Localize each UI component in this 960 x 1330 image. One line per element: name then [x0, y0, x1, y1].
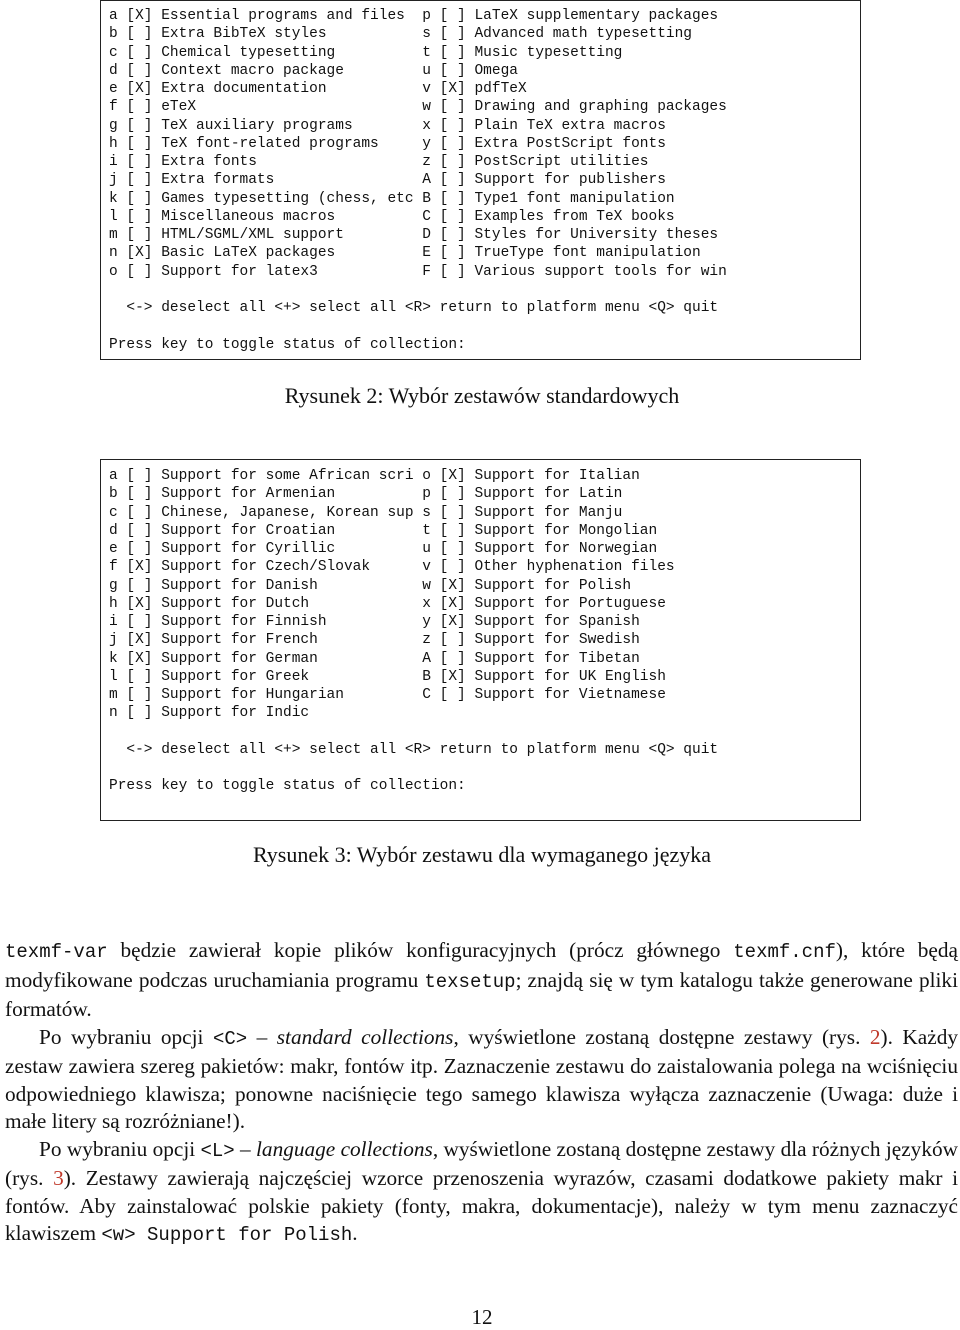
collection-row: m [ ] HTML/SGML/XML support D [ ] Styles… — [109, 227, 719, 243]
collection-row: c [ ] Chemical typesetting t [ ] Music t… — [109, 44, 623, 61]
figure-3-caption: Rysunek 3: Wybór zestawu dla wymaganego … — [252, 842, 712, 867]
collection-row: a [ ] Support for some African scri o [X… — [109, 468, 640, 484]
collection-row: c [ ] Chinese, Japanese, Korean sup s [ … — [109, 504, 623, 521]
term-standard-collections: standard collections — [276, 1024, 454, 1049]
text: Po wybraniu opcji — [39, 1136, 201, 1161]
collection-row: l [ ] Support for Greek B [X] Support fo… — [109, 668, 666, 685]
collection-row: e [X] Extra documentation v [X] pdfTeX — [109, 81, 527, 97]
code-support-for-polish: <w> Support for Polish — [101, 1224, 353, 1246]
collection-row: k [X] Support for German A [ ] Support f… — [109, 650, 640, 667]
body-text: texmf-var będzie zawierał kopie plików k… — [5, 937, 958, 1250]
collection-row: j [ ] Extra formats A [ ] Support for pu… — [109, 172, 666, 189]
collection-row: j [X] Support for French z [ ] Support f… — [109, 632, 640, 649]
figure-ref-2[interactable]: 2 — [870, 1025, 881, 1049]
text: Po wybraniu opcji — [39, 1024, 213, 1049]
paragraph-3: Po wybraniu opcji <L> – language collect… — [5, 1136, 958, 1250]
collection-row: e [ ] Support for Cyrillic u [ ] Support… — [109, 541, 658, 557]
code-texmf-cnf: texmf.cnf — [733, 941, 836, 963]
collection-row: l [ ] Miscellaneous macros C [ ] Example… — [109, 208, 675, 225]
collection-row: b [ ] Support for Armenian p [ ] Support… — [109, 486, 623, 503]
text: . — [352, 1221, 358, 1245]
collection-row: d [ ] Context macro package u [ ] Omega — [109, 62, 518, 79]
code-texsetup: texsetup — [424, 970, 516, 993]
page-number: 12 — [471, 1305, 493, 1329]
collection-row: o [ ] Support for latex3 F [ ] Various s… — [109, 263, 727, 280]
text: – — [234, 1136, 256, 1161]
text: – — [247, 1024, 277, 1049]
collection-row: i [ ] Support for Finnish y [X] Support … — [109, 614, 640, 630]
text: , wyświetlone zostaną dostępne zestawy (… — [453, 1024, 870, 1049]
collection-row: h [ ] TeX font-related programs y [ ] Ex… — [109, 135, 666, 152]
text: będzie zawierał kopie plików konfiguracy… — [107, 938, 734, 962]
collection-row: d [ ] Support for Croatian t [ ] Support… — [109, 522, 658, 539]
key-l: <L> — [200, 1139, 235, 1162]
collection-row: k [ ] Games typesetting (chess, etc B [ … — [109, 190, 675, 207]
menu-keys-line: <-> deselect all <+> select all <R> retu… — [109, 741, 719, 758]
collection-row: h [X] Support for Dutch x [X] Support fo… — [109, 595, 666, 612]
collection-row: m [ ] Support for Hungarian C [ ] Suppor… — [109, 687, 666, 703]
collection-row: a [X] Essential programs and files p [ ]… — [109, 8, 719, 24]
collection-row: f [ ] eTeX w [ ] Drawing and graphing pa… — [109, 99, 727, 116]
term-language-collections: language collections — [256, 1136, 433, 1161]
collection-row: n [ ] Support for Indic — [109, 705, 310, 722]
collection-row: i [ ] Extra fonts z [ ] PostScript utili… — [109, 154, 649, 170]
collection-row: f [X] Support for Czech/Slovak v [ ] Oth… — [109, 559, 675, 576]
prompt-line: Press key to toggle status of collection… — [109, 778, 466, 795]
figure-3-terminal-language-collections: a [ ] Support for some African scri o [X… — [100, 459, 861, 821]
collection-row: b [ ] Extra BibTeX styles s [ ] Advanced… — [109, 26, 692, 43]
figure-2-terminal-standard-collections: a [X] Essential programs and files p [ ]… — [100, 0, 861, 360]
figure-ref-3[interactable]: 3 — [53, 1166, 64, 1190]
prompt-line: Press key to toggle status of collection… — [109, 336, 466, 353]
paragraph-2: Po wybraniu opcji <C> – standard collect… — [5, 1024, 958, 1136]
key-c: <C> — [212, 1027, 248, 1050]
collection-row: g [ ] TeX auxiliary programs x [ ] Plain… — [109, 117, 666, 134]
collection-row: n [X] Basic LaTeX packages E [ ] TrueTyp… — [109, 245, 701, 262]
collection-row: g [ ] Support for Danish w [X] Support f… — [109, 577, 632, 594]
paragraph-1: texmf-var będzie zawierał kopie plików k… — [5, 937, 958, 1024]
code-texmf-var: texmf-var — [5, 941, 108, 963]
figure-2-caption: Rysunek 2: Wybór zestawów standardowych — [284, 383, 680, 408]
menu-keys-line: <-> deselect all <+> select all <R> retu… — [109, 300, 719, 316]
